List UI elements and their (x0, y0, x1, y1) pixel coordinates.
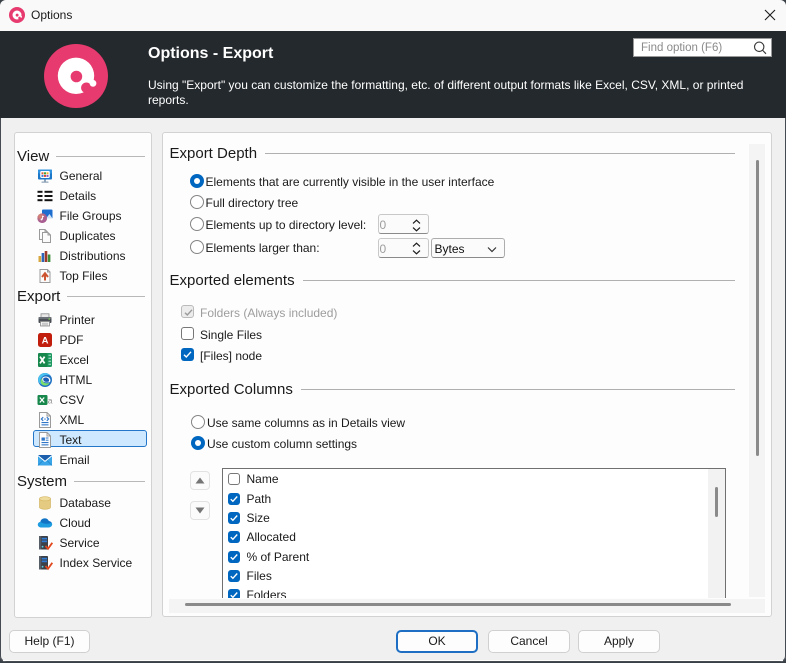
svg-text:a,: a, (48, 395, 53, 405)
svg-text:A: A (42, 335, 49, 346)
